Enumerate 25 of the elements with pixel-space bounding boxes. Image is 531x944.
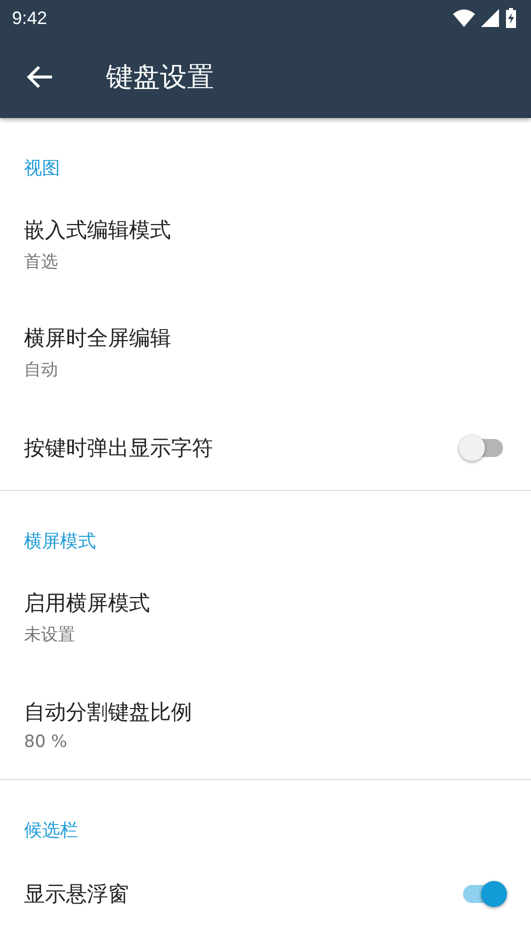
toolbar-title: 键盘设置	[106, 61, 214, 95]
item-title: 自动分割键盘比例	[24, 699, 193, 726]
battery-icon	[505, 8, 517, 28]
item-summary: 自动	[24, 358, 59, 380]
item-title: 启用横屏模式	[24, 590, 151, 616]
section-header: 视图	[24, 157, 60, 180]
item-title: 嵌入式编辑模式	[24, 216, 172, 244]
back-arrow-icon	[27, 65, 53, 89]
settings-item[interactable]: 自动分割键盘比例 80 %	[0, 671, 531, 779]
item-title: 横屏时全屏编辑	[24, 324, 172, 352]
settings-item[interactable]: 启用横屏模式 未设置	[0, 563, 531, 671]
settings-item[interactable]: 嵌入式编辑模式 首选	[0, 190, 531, 298]
settings-item[interactable]: 显示悬浮窗	[0, 852, 531, 936]
signal-icon	[481, 9, 499, 27]
section-header: 横屏模式	[24, 530, 96, 553]
item-title: 按键时弹出显示字符	[24, 435, 214, 462]
item-title: 显示悬浮窗	[24, 881, 130, 908]
section-header: 候选栏	[24, 819, 78, 842]
wifi-icon	[453, 9, 475, 27]
status-time: 9:42	[12, 8, 48, 28]
settings-item[interactable]: 横屏时全屏编辑 自动	[0, 298, 531, 406]
item-summary: 首选	[24, 250, 59, 272]
item-summary: 未设置	[24, 624, 76, 646]
settings-item[interactable]: 按键时弹出显示字符	[0, 406, 531, 490]
item-summary: 80 %	[24, 732, 68, 752]
